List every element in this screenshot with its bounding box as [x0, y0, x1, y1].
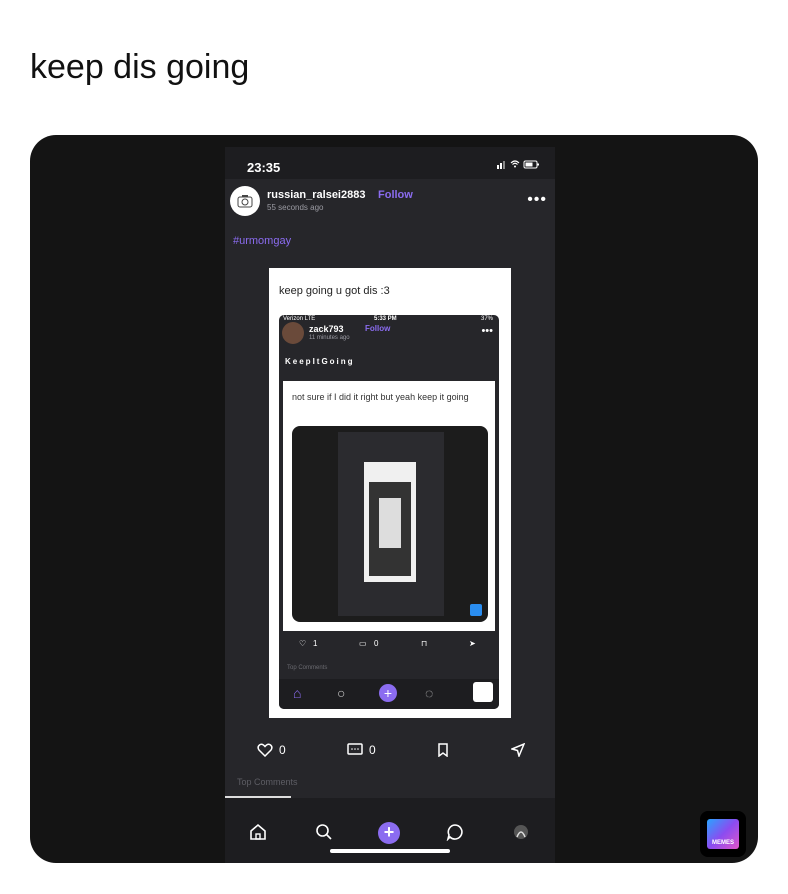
comment-icon [347, 743, 363, 755]
like-count: 0 [279, 743, 286, 757]
nested-home-icon: ⌂ [293, 685, 302, 701]
home-indicator [330, 849, 450, 853]
nested-likes: 1 [313, 639, 318, 648]
nested-screenshot: Verizon LTE 5:33 PM 37% zack793 Follow 1… [279, 315, 499, 709]
status-time: 23:35 [247, 160, 281, 175]
battery-icon [497, 160, 539, 169]
nested-nav: ⌂ ○ + ◌ [279, 679, 499, 709]
nested-comment-icon: ▭ [359, 639, 367, 648]
plus-icon[interactable]: + [378, 822, 400, 844]
nested-bookmark-icon: ⊓ [421, 639, 428, 648]
post-time: 55 seconds ago [267, 203, 324, 212]
nested-memes-icon [473, 682, 493, 702]
nested-post-image: not sure if I did it right but yeah keep… [283, 381, 495, 631]
nested-username: zack793 [309, 324, 344, 334]
post-header: russian_ralsei2883 Follow 55 seconds ago… [225, 183, 555, 227]
nested-top-comments: Top Comments [287, 665, 328, 671]
share-button[interactable] [511, 743, 525, 757]
nested-actions: ♡ 1 ▭ 0 ⊓ ➤ [279, 639, 499, 655]
deepest-image [379, 498, 401, 548]
nested-image-caption: not sure if I did it right but yeah keep… [292, 392, 469, 402]
nested-carrier: Verizon LTE [283, 316, 316, 322]
follow-button[interactable]: Follow [378, 189, 413, 201]
profile-icon[interactable] [509, 820, 533, 844]
top-comments-label: Top Comments [237, 777, 298, 787]
chat-icon[interactable] [443, 820, 467, 844]
deeper-white [364, 462, 416, 582]
search-icon[interactable] [312, 820, 336, 844]
nested-heart-icon: ♡ [299, 639, 307, 648]
like-button[interactable]: 0 [257, 743, 286, 757]
nested-plus-icon: + [379, 684, 397, 702]
phone-screenshot: 23:35 russian_ralsei2883 Follow 55 secon… [225, 147, 555, 863]
more-icon[interactable]: ••• [527, 191, 547, 209]
hashtag-link[interactable]: #urmomgay [233, 235, 291, 247]
nested-avatar [282, 322, 304, 344]
avatar[interactable] [230, 186, 260, 216]
memes-logo-mark: MEMES [707, 819, 739, 849]
nested-time-ago: 11 minutes ago [309, 335, 350, 341]
comment-button[interactable]: 0 [347, 743, 376, 757]
deeper-phone [338, 432, 444, 616]
post-caption: keep dis going [30, 48, 250, 86]
nested-time: 5:33 PM [374, 316, 397, 322]
nested-comments: 0 [374, 639, 379, 648]
status-bar: 23:35 [225, 147, 555, 179]
status-icons [497, 159, 541, 172]
nested-search-icon: ○ [337, 685, 346, 701]
nested-share-icon: ➤ [469, 639, 476, 648]
image-caption: keep going u got dis :3 [279, 285, 390, 297]
nested-battery: 37% [480, 316, 493, 322]
username[interactable]: russian_ralsei2883 [267, 189, 365, 201]
post-actions: 0 0 [225, 743, 555, 763]
camera-icon [237, 195, 253, 208]
heart-icon [257, 743, 273, 757]
deeper-dark [369, 482, 411, 576]
deeper-screenshot [292, 426, 488, 622]
share-icon [511, 743, 525, 757]
post-image[interactable]: keep going u got dis :3 Verizon LTE 5:33… [269, 268, 511, 718]
nested-follow: Follow [365, 324, 391, 333]
nested-more-icon: ••• [481, 325, 493, 337]
comment-count: 0 [369, 743, 376, 757]
memes-logo: MEMES [700, 811, 746, 857]
media-card[interactable]: 23:35 russian_ralsei2883 Follow 55 secon… [30, 135, 758, 863]
bookmark-button[interactable] [437, 743, 449, 757]
nested-title: KeepItGoing [285, 357, 355, 366]
memes-mini-logo [470, 604, 482, 616]
nested-chat-icon: ◌ [425, 685, 434, 701]
home-icon[interactable] [246, 820, 270, 844]
memes-watermark: MEMES [711, 840, 734, 846]
bottom-nav: + [225, 798, 555, 863]
bookmark-icon [438, 743, 448, 757]
